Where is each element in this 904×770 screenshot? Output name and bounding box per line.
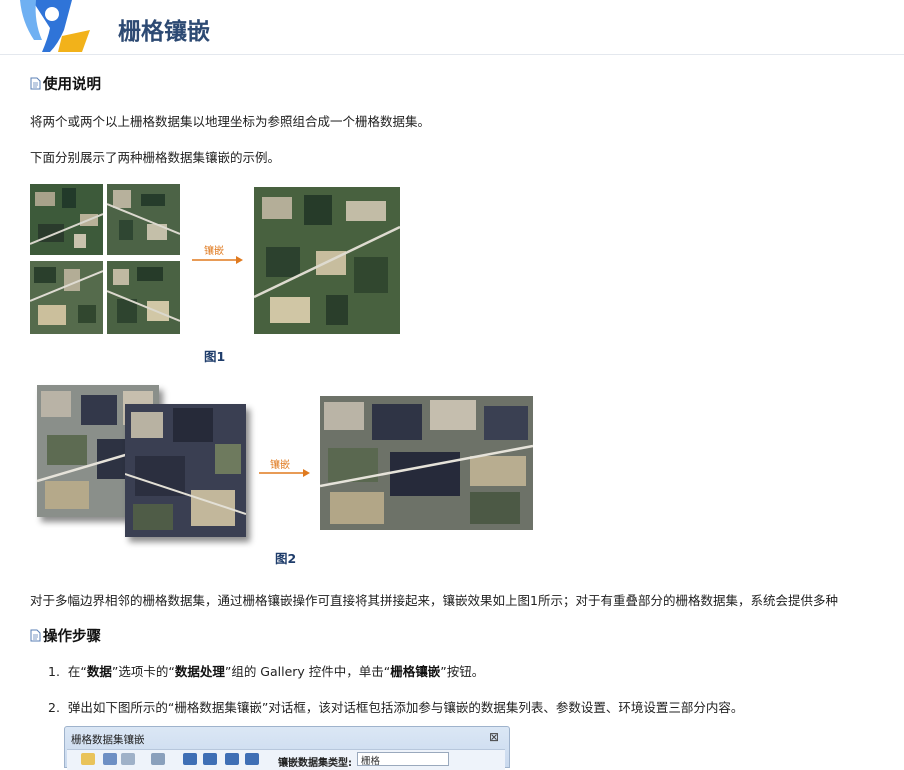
fig1-arrow-icon	[192, 256, 243, 264]
fig2-mosaic-result	[320, 396, 533, 530]
fig2-arrow-icon	[259, 469, 310, 477]
fig2-caption: 图2	[275, 551, 297, 566]
step-text: ”按钮。	[440, 664, 485, 679]
dataset-type-label: 镶嵌数据集类型:	[278, 758, 352, 769]
page-header: 栅格镶嵌	[0, 0, 904, 55]
document-icon	[30, 629, 41, 642]
move-top-icon[interactable]	[183, 753, 197, 765]
step-text: 在“	[67, 664, 87, 679]
step-keyword: 数据处理	[174, 664, 225, 679]
fig1-tile-top-right	[107, 184, 180, 255]
mosaic-dialog: 栅格数据集镶嵌 ⊠ 镶嵌数据集类型: 栅格	[64, 726, 510, 770]
page-title: 栅格镶嵌	[118, 19, 210, 45]
step-text: ”组的 Gallery 控件中，单击“	[224, 664, 391, 679]
close-icon[interactable]: ⊠	[489, 730, 499, 744]
fig1-caption: 图1	[204, 349, 226, 364]
usage-section-title: 使用说明	[30, 73, 101, 94]
fig2-image-right	[125, 404, 246, 537]
usage-title-text: 使用说明	[43, 77, 101, 93]
step-text: 弹出如下图所示的“栅格数据集镶嵌”对话框，该对话框包括添加参与镶嵌的数据集列表、…	[67, 700, 744, 715]
move-down-icon[interactable]	[225, 753, 239, 765]
fig1-tile-bottom-left	[30, 261, 103, 334]
satellite-image	[125, 404, 246, 537]
satellite-image	[30, 184, 103, 255]
document-icon	[30, 77, 41, 90]
dialog-title: 栅格数据集镶嵌	[71, 734, 145, 746]
satellite-image	[254, 187, 400, 334]
delete-icon[interactable]	[151, 753, 165, 765]
description-paragraph: 对于多幅边界相邻的栅格数据集，通过栅格镶嵌操作可直接将其拼接起来，镶嵌效果如上图…	[30, 593, 838, 608]
fig1-tile-bottom-right	[107, 261, 180, 334]
satellite-image	[320, 396, 533, 530]
open-folder-icon[interactable]	[81, 753, 95, 765]
step-keyword: 栅格镶嵌	[390, 664, 441, 679]
intro-paragraph: 将两个或两个以上栅格数据集以地理坐标为参照组合成一个栅格数据集。	[30, 114, 431, 129]
step-2: 2. 弹出如下图所示的“栅格数据集镶嵌”对话框，该对话框包括添加参与镶嵌的数据集…	[48, 697, 743, 716]
fig1-tile-top-left	[30, 184, 103, 255]
dataset-type-select[interactable]: 栅格	[357, 752, 449, 767]
steps-title-text: 操作步骤	[43, 629, 101, 645]
step-number: 1.	[48, 664, 60, 679]
step-text: ”选项卡的“	[111, 664, 175, 679]
map-pin-logo-icon	[20, 0, 90, 52]
step-1: 1. 在“数据”选项卡的“数据处理”组的 Gallery 控件中，单击“栅格镶嵌…	[48, 661, 484, 680]
edit-icon[interactable]	[103, 753, 117, 765]
select-all-icon[interactable]	[121, 753, 135, 765]
satellite-image	[107, 184, 180, 255]
move-bottom-icon[interactable]	[245, 753, 259, 765]
move-up-icon[interactable]	[203, 753, 217, 765]
satellite-image	[107, 261, 180, 334]
steps-section-title: 操作步骤	[30, 625, 101, 646]
fig1-mosaic-result	[254, 187, 400, 334]
satellite-image	[30, 261, 103, 334]
step-keyword: 数据	[86, 664, 112, 679]
dialog-toolbar: 镶嵌数据集类型: 栅格	[67, 749, 505, 770]
step-number: 2.	[48, 700, 60, 715]
examples-paragraph: 下面分别展示了两种栅格数据集镶嵌的示例。	[30, 150, 281, 165]
